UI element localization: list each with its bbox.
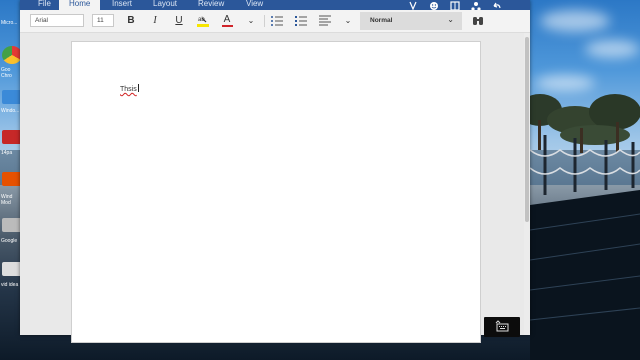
desktop-icon[interactable] xyxy=(2,3,22,17)
document-text: Thsis xyxy=(120,86,137,93)
file-icon[interactable] xyxy=(2,262,22,276)
word-window: File Home Insert Layout Review View Aria xyxy=(20,0,530,343)
more-paragraph-options-chevron-down-icon[interactable]: ⌄ xyxy=(341,14,355,28)
document-page[interactable]: Thsis xyxy=(71,41,481,343)
undo-icon[interactable] xyxy=(492,0,502,9)
bold-button[interactable]: B xyxy=(124,14,138,28)
style-name: Normal xyxy=(370,17,393,24)
text-caret xyxy=(137,84,139,92)
toolbar-divider xyxy=(264,15,265,27)
lightbulb-icon[interactable] xyxy=(408,0,418,11)
chrome-icon[interactable] xyxy=(2,46,22,64)
ribbon-tab-bar: File Home Insert Layout Review View xyxy=(20,0,530,11)
bullet-list-button[interactable] xyxy=(270,14,284,28)
office-icon[interactable] xyxy=(2,172,22,186)
italic-button[interactable]: I xyxy=(148,14,162,28)
align-left-icon xyxy=(319,15,331,26)
highlight-button[interactable]: ab xyxy=(196,14,210,28)
desktop-icon-label: Wind Mod xyxy=(1,194,13,206)
highlighter-icon: ab xyxy=(197,17,209,27)
bullets-icon xyxy=(271,16,283,26)
tab-layout[interactable]: Layout xyxy=(153,0,177,10)
find-button[interactable] xyxy=(471,14,485,28)
desktop-icon-label: Google xyxy=(1,238,18,244)
desktop-icon-label: Micro... xyxy=(1,20,18,26)
tab-insert[interactable]: Insert xyxy=(112,0,132,10)
style-dropdown-chevron-down-icon: ⌄ xyxy=(447,15,454,24)
desktop-icon-label: Windo... xyxy=(1,108,20,114)
underline-button[interactable]: U xyxy=(172,14,186,28)
feedback-smiley-icon[interactable] xyxy=(429,0,439,10)
numbered-list-button[interactable] xyxy=(294,14,308,28)
align-button[interactable] xyxy=(318,14,332,28)
tab-home[interactable]: Home xyxy=(59,0,101,10)
desktop-icon-label: vid idea xyxy=(1,282,19,288)
font-color-glyph: A xyxy=(223,14,231,25)
book-icon[interactable] xyxy=(450,0,460,11)
scrollbar-thumb[interactable] xyxy=(525,37,529,222)
document-body[interactable]: Thsis xyxy=(120,84,139,93)
title-bar-icons xyxy=(408,0,502,11)
windows-app-icon[interactable] xyxy=(2,90,22,104)
font-name-input[interactable]: Arial xyxy=(30,14,84,27)
app-icon[interactable] xyxy=(2,130,22,144)
font-color-swatch xyxy=(221,25,233,27)
share-icon[interactable] xyxy=(471,0,481,11)
vertical-scrollbar[interactable] xyxy=(524,33,530,335)
tab-file[interactable]: File xyxy=(38,0,51,10)
font-size-input[interactable]: 11 xyxy=(92,14,114,27)
tab-review[interactable]: Review xyxy=(198,0,224,10)
home-toolbar: Arial 11 B I U ab A ⌄ ⌄ Normal ⌄ xyxy=(20,10,530,33)
keyboard-icon xyxy=(495,320,509,332)
more-font-options-chevron-down-icon[interactable]: ⌄ xyxy=(244,14,258,28)
document-icon[interactable] xyxy=(2,218,22,232)
style-selector[interactable]: Normal ⌄ xyxy=(360,12,462,30)
font-color-button[interactable]: A xyxy=(220,14,234,28)
tab-view[interactable]: View xyxy=(246,0,263,10)
binoculars-icon xyxy=(473,17,483,25)
desktop-icon-label: Goo Chro xyxy=(1,67,12,79)
document-canvas: Thsis xyxy=(20,33,524,343)
numbering-icon xyxy=(295,16,307,26)
desktop-icon-label: 14pa xyxy=(1,150,13,156)
touch-keyboard-button[interactable] xyxy=(484,317,520,337)
